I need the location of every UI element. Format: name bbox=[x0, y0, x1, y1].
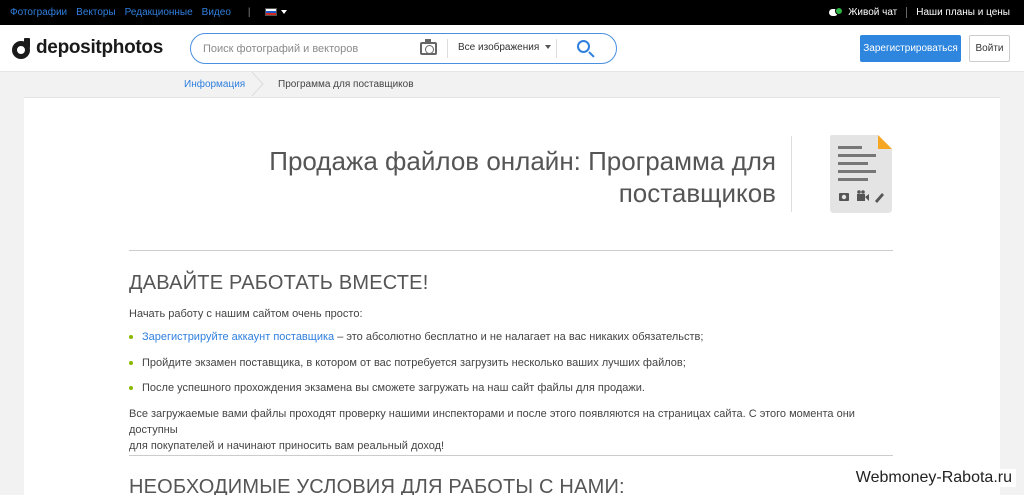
nav-editorial[interactable]: Редакционные bbox=[125, 7, 193, 18]
top-bar: Фотографии Векторы Редакционные Видео | … bbox=[0, 0, 1024, 25]
breadcrumb-info-link[interactable]: Информация bbox=[184, 79, 245, 90]
bullet-dot bbox=[129, 361, 133, 365]
divider bbox=[906, 7, 908, 18]
list-item-text-rest: – это абсолютно бесплатно и не налагает … bbox=[334, 331, 704, 343]
caret-down-icon bbox=[280, 10, 287, 15]
body-paragraph: Все загружаемые вами файлы проходят пров… bbox=[129, 406, 899, 454]
page-title-line: поставщиков bbox=[618, 178, 776, 208]
nav-separator: | bbox=[247, 7, 251, 18]
section-title: НЕОБХОДИМЫЕ УСЛОВИЯ ДЛЯ РАБОТЫ С НАМИ: bbox=[129, 476, 625, 495]
image-type-label: Все изображения bbox=[458, 42, 540, 53]
register-supplier-link[interactable]: Зарегистрируйте аккаунт поставщика bbox=[142, 331, 334, 343]
bullet-dot bbox=[129, 386, 133, 390]
section-divider bbox=[129, 455, 893, 456]
list-item: Пройдите экзамен поставщика, в котором о… bbox=[129, 357, 686, 369]
search-divider bbox=[556, 39, 557, 58]
logo-text: depositphotos bbox=[36, 37, 163, 58]
chevron-down-icon bbox=[545, 45, 552, 50]
top-nav: Фотографии Векторы Редакционные Видео | bbox=[10, 0, 287, 25]
breadcrumb-current: Программа для поставщиков bbox=[278, 79, 414, 90]
body-paragraph-line: Все загружаемые вами файлы проходят пров… bbox=[129, 408, 855, 436]
page-title: Продажа файлов онлайн: Программа для пос… bbox=[184, 145, 776, 209]
search-bar: Все изображения bbox=[190, 33, 617, 64]
nav-photos[interactable]: Фотографии bbox=[10, 7, 67, 18]
list-item-text: Пройдите экзамен поставщика, в котором о… bbox=[142, 357, 686, 369]
depositphotos-logo-icon bbox=[12, 37, 31, 59]
title-divider bbox=[791, 136, 792, 212]
plans-link[interactable]: Наши планы и цены bbox=[916, 7, 1010, 18]
top-right: Живой чат Наши планы и цены bbox=[829, 0, 1010, 25]
list-item: Зарегистрируйте аккаунт поставщика – это… bbox=[129, 331, 703, 343]
content-card: Продажа файлов онлайн: Программа для пос… bbox=[24, 97, 1000, 495]
list-item: После успешного прохождения экзамена вы … bbox=[129, 382, 645, 394]
register-button[interactable]: Зарегистрироваться bbox=[860, 35, 961, 62]
image-type-select[interactable]: Все изображения bbox=[458, 42, 552, 53]
bullet-dot bbox=[129, 335, 133, 339]
logo[interactable]: depositphotos bbox=[12, 37, 163, 59]
site-header: depositphotos Все изображения Зарегистри… bbox=[0, 25, 1024, 72]
live-chat-link[interactable]: Живой чат bbox=[848, 7, 897, 18]
intro-text: Начать работу с нашим сайтом очень прост… bbox=[129, 308, 363, 320]
section-divider bbox=[129, 250, 893, 251]
language-selector[interactable] bbox=[264, 7, 287, 18]
list-item-text: Зарегистрируйте аккаунт поставщика – это… bbox=[142, 331, 703, 343]
search-divider bbox=[447, 39, 448, 58]
login-button[interactable]: Войти bbox=[969, 35, 1010, 62]
nav-vectors[interactable]: Векторы bbox=[76, 7, 116, 18]
nav-video[interactable]: Видео bbox=[202, 7, 231, 18]
watermark-text: Webmoney-Rabota.ru bbox=[851, 469, 1016, 487]
russia-flag-icon bbox=[264, 8, 277, 17]
document-media-icon bbox=[830, 135, 892, 213]
section-title: ДАВАЙТЕ РАБОТАТЬ ВМЕСТЕ! bbox=[129, 272, 429, 294]
list-item-text: После успешного прохождения экзамена вы … bbox=[142, 382, 645, 394]
breadcrumb: Информация Программа для поставщиков bbox=[0, 72, 1024, 96]
body-paragraph-line: для покупателей и начинают приносить вам… bbox=[129, 440, 445, 452]
search-button[interactable] bbox=[575, 39, 597, 59]
search-input[interactable] bbox=[203, 41, 413, 57]
breadcrumb-chevron-icon bbox=[251, 72, 264, 96]
chat-icon bbox=[829, 7, 844, 18]
camera-icon[interactable] bbox=[420, 39, 437, 55]
page-title-line: Продажа файлов онлайн: Программа для bbox=[269, 146, 776, 176]
